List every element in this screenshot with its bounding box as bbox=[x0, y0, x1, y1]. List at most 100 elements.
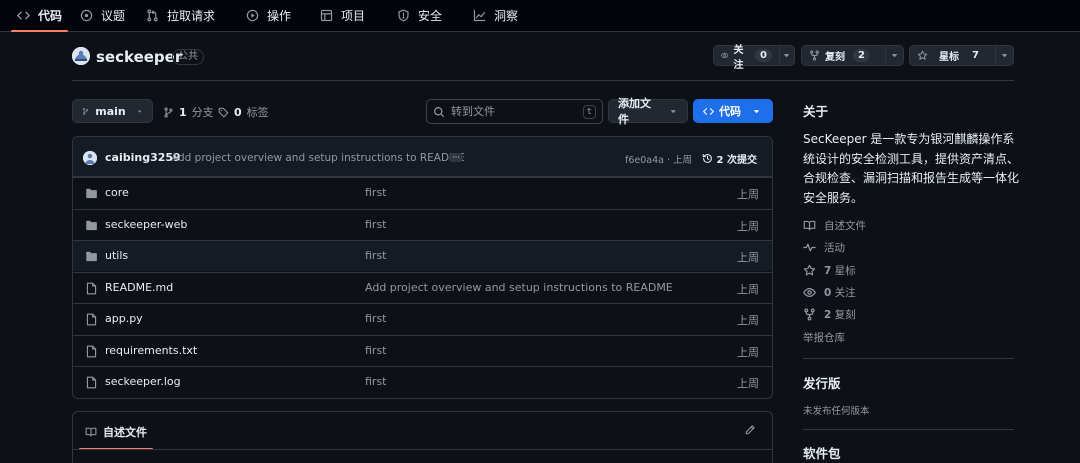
tab-projects-label: 项目 bbox=[341, 9, 366, 23]
file-commit-time: 上周 bbox=[737, 282, 759, 296]
add-file-button[interactable]: 添加文件 bbox=[608, 97, 688, 126]
fork-label: 复刻 bbox=[825, 52, 845, 63]
file-commit-message[interactable]: Add project overview and setup instructi… bbox=[365, 281, 673, 294]
report-repo-link[interactable]: 举报仓库 bbox=[803, 330, 845, 345]
file-name[interactable]: utils bbox=[105, 249, 128, 262]
tab-issues[interactable]: 议题 bbox=[80, 0, 125, 31]
branch-icon bbox=[82, 107, 89, 115]
packages-heading[interactable]: 软件包 bbox=[803, 443, 841, 462]
file-commit-message[interactable]: first bbox=[365, 375, 387, 388]
file-row[interactable]: seckeeper.log first 上周 bbox=[73, 366, 772, 397]
file-icon bbox=[86, 282, 97, 294]
fork-button[interactable]: 复刻 2 bbox=[801, 45, 904, 66]
book-icon bbox=[803, 220, 816, 231]
tab-pull-requests[interactable]: 拉取请求 bbox=[146, 0, 215, 31]
commit-history-link[interactable]: 2 次提交 bbox=[702, 151, 757, 166]
file-commit-message[interactable]: first bbox=[365, 218, 387, 231]
go-to-file-input[interactable] bbox=[451, 105, 577, 118]
sidebar-divider bbox=[803, 358, 1014, 359]
fork-icon bbox=[804, 308, 815, 321]
file-icon bbox=[86, 376, 97, 389]
branch-selector[interactable]: main bbox=[72, 99, 153, 123]
readme-tab[interactable]: 自述文件 bbox=[85, 424, 147, 440]
file-row[interactable]: utils first 上周 bbox=[73, 240, 772, 271]
chevron-down-icon bbox=[753, 109, 760, 113]
commit-author[interactable]: caibing3259 bbox=[105, 151, 181, 164]
chevron-down-icon bbox=[137, 110, 142, 113]
file-name[interactable]: seckeeper-web bbox=[105, 218, 187, 231]
sidebar-watchers-count: 0 bbox=[824, 287, 832, 299]
tab-code[interactable]: 代码 bbox=[10, 0, 69, 32]
tab-security-label: 安全 bbox=[418, 9, 443, 23]
file-row[interactable]: seckeeper-web first 上周 bbox=[73, 208, 772, 240]
tab-insights[interactable]: 洞察 bbox=[473, 0, 518, 31]
readme-panel: 自述文件 bbox=[72, 411, 773, 463]
readme-divider bbox=[73, 449, 772, 450]
tab-actions-label: 操作 bbox=[267, 9, 292, 23]
file-name[interactable]: requirements.txt bbox=[105, 344, 197, 357]
repo-owner-avatar[interactable] bbox=[72, 47, 90, 65]
fork-dropdown[interactable] bbox=[885, 46, 903, 65]
fork-count: 2 bbox=[853, 49, 870, 62]
code-icon bbox=[17, 11, 30, 20]
star-dropdown[interactable] bbox=[995, 46, 1013, 65]
play-icon bbox=[246, 9, 259, 22]
file-commit-time: 上周 bbox=[737, 251, 759, 264]
pencil-icon[interactable] bbox=[744, 424, 756, 436]
file-row[interactable]: core first 上周 bbox=[73, 177, 772, 208]
watch-button[interactable]: 关注 0 bbox=[713, 45, 795, 71]
file-commit-message[interactable]: first bbox=[365, 249, 387, 262]
tab-insights-label: 洞察 bbox=[494, 9, 519, 23]
sidebar-readme-link[interactable]: 自述文件 bbox=[803, 218, 866, 233]
star-icon bbox=[917, 50, 928, 60]
tab-projects[interactable]: 项目 bbox=[320, 0, 365, 31]
file-name[interactable]: core bbox=[105, 186, 129, 199]
owner-avatar-icon bbox=[72, 47, 90, 65]
sidebar-stars-label: 星标 bbox=[834, 265, 856, 277]
file-commit-message[interactable]: first bbox=[365, 186, 387, 199]
file-name[interactable]: app.py bbox=[105, 312, 143, 325]
sidebar-activity-link[interactable]: 活动 bbox=[803, 240, 845, 255]
repo-name[interactable]: seckeeper bbox=[96, 47, 182, 67]
file-name[interactable]: README.md bbox=[105, 281, 173, 294]
pulse-icon bbox=[803, 243, 816, 252]
search-icon bbox=[434, 106, 445, 117]
sidebar-forks-count: 2 bbox=[824, 309, 832, 321]
file-commit-message[interactable]: first bbox=[365, 312, 387, 325]
star-icon bbox=[803, 264, 816, 276]
file-row[interactable]: app.py first 上周 bbox=[73, 303, 772, 334]
file-icon bbox=[86, 345, 97, 357]
tags-label: 标签 bbox=[246, 106, 269, 119]
commit-hash[interactable]: f6e0a4a · 上周 bbox=[625, 152, 692, 166]
code-button-label: 代码 bbox=[719, 105, 741, 118]
tab-security[interactable]: 安全 bbox=[397, 0, 442, 31]
tag-icon bbox=[218, 107, 229, 117]
watch-label: 关注 bbox=[733, 44, 744, 71]
commit-message[interactable]: Add project overview and setup instructi… bbox=[171, 152, 465, 164]
tab-pull-requests-label: 拉取请求 bbox=[167, 9, 216, 23]
file-commit-time: 上周 bbox=[737, 314, 759, 327]
branches-link[interactable]: 1 分支 bbox=[163, 104, 214, 120]
commit-author-avatar[interactable] bbox=[83, 151, 97, 165]
tab-actions[interactable]: 操作 bbox=[246, 0, 291, 31]
sidebar-watchers-link[interactable]: 0 关注 bbox=[803, 285, 856, 300]
file-name[interactable]: seckeeper.log bbox=[105, 375, 181, 388]
sidebar-stars-link[interactable]: 7 星标 bbox=[803, 263, 856, 278]
commit-expand-button[interactable]: ··· bbox=[449, 153, 463, 162]
file-row[interactable]: requirements.txt first 上周 bbox=[73, 334, 772, 366]
releases-heading[interactable]: 发行版 bbox=[803, 373, 841, 392]
code-button[interactable]: 代码 bbox=[693, 99, 773, 123]
sidebar-forks-link[interactable]: 2 复刻 bbox=[803, 307, 856, 322]
watch-dropdown[interactable] bbox=[778, 46, 794, 65]
about-heading: 关于 bbox=[803, 104, 829, 119]
star-button[interactable]: 星标 7 bbox=[909, 45, 1014, 66]
file-row[interactable]: README.md Add project overview and setup … bbox=[73, 271, 772, 303]
repo-description: SecKeeper 是一款专为银河麒麟操作系统设计的安全检测工具，提供资产清点、… bbox=[803, 132, 1020, 205]
file-commit-message[interactable]: first bbox=[365, 344, 387, 357]
go-to-file[interactable]: t bbox=[426, 99, 603, 124]
fork-icon bbox=[810, 50, 819, 61]
tags-link[interactable]: 0 标签 bbox=[218, 104, 269, 120]
watch-count: 0 bbox=[755, 49, 772, 62]
chevron-down-icon bbox=[891, 54, 898, 58]
file-list: caibing3259 Add project overview and set… bbox=[72, 136, 773, 399]
